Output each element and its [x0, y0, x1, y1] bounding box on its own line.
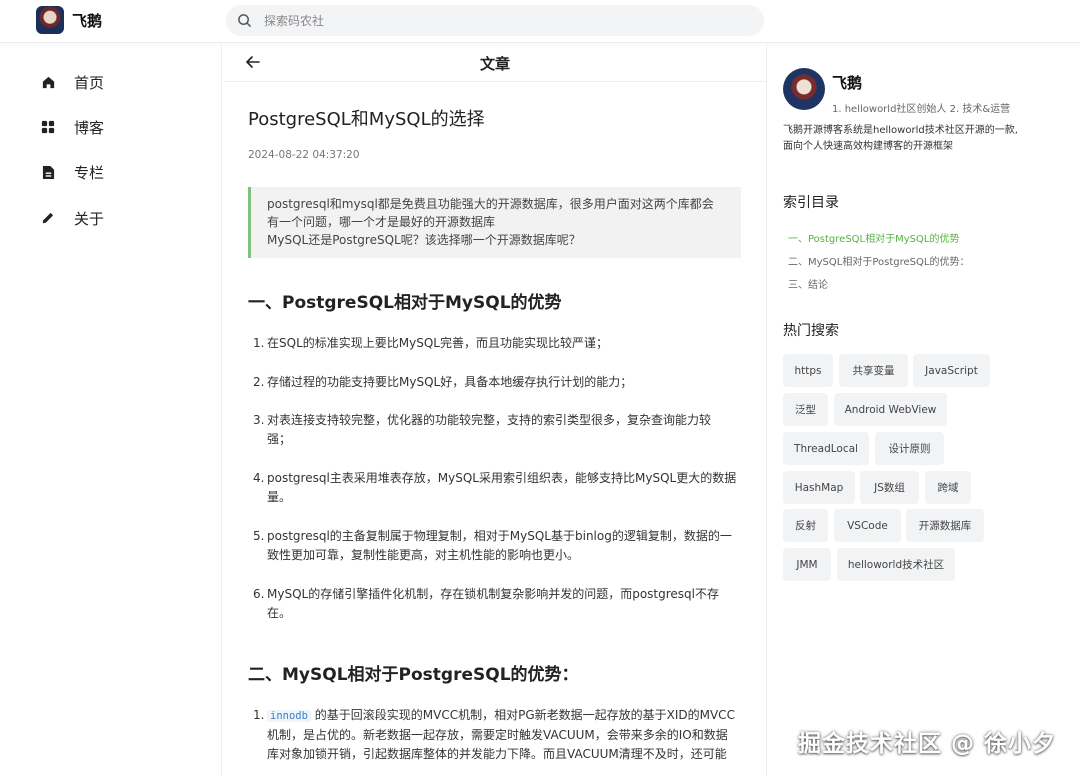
- tag-vscode[interactable]: VSCode: [834, 509, 901, 542]
- toc-item-3[interactable]: 三、结论: [788, 276, 828, 291]
- tag-hashmap[interactable]: HashMap: [783, 471, 855, 504]
- list-number: 1.: [253, 708, 265, 722]
- tag-open-source-db[interactable]: 开源数据库: [906, 509, 984, 542]
- left-nav: 首页 博客 专栏 关于: [0, 44, 222, 776]
- tag-threadlocal[interactable]: ThreadLocal: [783, 432, 869, 465]
- author-intro: 飞鹅开源博客系统是helloworld技术社区开源的一款, 面向个人快速高效构建…: [783, 123, 1023, 155]
- author-subtitle: 1. helloworld社区创始人 2. 技术&运营: [832, 104, 1011, 115]
- watermark-text: 掘金技术社区 @ 徐小夕: [798, 731, 1057, 757]
- article-header: 文章: [223, 44, 766, 82]
- list-number: 1.: [253, 336, 265, 350]
- tag-js-array[interactable]: JS数组: [860, 471, 919, 504]
- list-text: 库对象加锁开销，引起数据库整体的并发能力下降。而且VACUUM清理不及时，还可能: [267, 747, 727, 761]
- search-input[interactable]: [264, 8, 744, 33]
- list-text: MySQL的存储引擎插件化机制，存在锁机制复杂影响并发的问题，而postgres…: [267, 587, 719, 601]
- panel-title: 文章: [479, 55, 510, 73]
- article-title: PostgreSQL和MySQL的选择: [248, 109, 485, 130]
- tag-generics[interactable]: 泛型: [783, 393, 828, 426]
- intro-line: 面向个人快速高效构建博客的开源框架: [783, 141, 953, 152]
- document-icon: [40, 164, 56, 180]
- inline-code: innodb: [267, 710, 311, 722]
- grid-icon: [40, 119, 56, 135]
- nav-item-blog[interactable]: 博客: [40, 115, 104, 139]
- brand-name[interactable]: 飞鹅: [72, 10, 102, 31]
- list-item: 2. 存储过程的功能支持要比MySQL好，具备本地缓存执行计划的能力；: [253, 373, 738, 392]
- nav-item-about[interactable]: 关于: [40, 206, 104, 230]
- article-quote: postgresql和mysql都是免费且功能强大的开源数据库，很多用户面对这两…: [248, 187, 741, 258]
- tag-shared-variable[interactable]: 共享变量: [839, 354, 908, 387]
- search-icon: [238, 14, 251, 27]
- list-text-rest: 的基于回滚段实现的MVCC机制，相对PG新老数据一起存放的基于XID的MVCC: [314, 708, 735, 722]
- nav-item-home[interactable]: 首页: [40, 70, 104, 94]
- author-avatar[interactable]: [783, 68, 825, 110]
- quote-line: 有一个问题，哪一个才是最好的开源数据库: [267, 215, 496, 229]
- list-text: 量。: [267, 490, 292, 504]
- quote-line: MySQL还是PostgreSQL呢？该选择哪一个开源数据库呢？: [267, 233, 581, 247]
- author-name[interactable]: 飞鹅: [832, 72, 862, 93]
- list-item: 4. postgresql主表采用堆表存放，MySQL采用索引组织表，能够支持比…: [253, 469, 738, 507]
- site-logo[interactable]: [36, 6, 64, 34]
- list-item: 6. MySQL的存储引擎插件化机制，存在锁机制复杂影响并发的问题，而postg…: [253, 585, 738, 623]
- list-text: 机制，是占优的。新老数据一起存放，需要定时触发VACUUM，会带来多余的IO和数…: [267, 728, 728, 742]
- tag-reflection[interactable]: 反射: [783, 509, 828, 542]
- tag-cors[interactable]: 跨域: [925, 471, 971, 504]
- nav-label: 专栏: [74, 163, 105, 182]
- nav-item-column[interactable]: 专栏: [40, 160, 104, 184]
- nav-label: 关于: [74, 209, 105, 228]
- list-text: 存储过程的功能支持要比MySQL好，具备本地缓存执行计划的能力；: [267, 375, 633, 389]
- nav-label: 博客: [74, 118, 105, 137]
- nav-label: 首页: [74, 73, 105, 92]
- tag-helloworld-community[interactable]: helloworld技术社区: [837, 548, 955, 581]
- tag-https[interactable]: https: [783, 354, 833, 387]
- toc-title: 索引目录: [783, 195, 839, 211]
- list-item: 5. postgresql的主备复制属于物理复制，相对于MySQL基于binlo…: [253, 527, 738, 565]
- list-number: 3.: [253, 413, 265, 427]
- list-number: 4.: [253, 471, 265, 485]
- list-text: postgresql主表采用堆表存放，MySQL采用索引组织表，能够支持比MyS…: [267, 471, 737, 485]
- tag-javascript[interactable]: JavaScript: [913, 354, 990, 387]
- tag-android-webview[interactable]: Android WebView: [834, 393, 947, 426]
- list-number: 2.: [253, 375, 265, 389]
- list-text: 对表连接支持较完整，优化器的功能较完整，支持的索引类型很多，复杂查询能力较: [267, 413, 712, 427]
- list-number: 5.: [253, 529, 265, 543]
- section-heading-2: 二、MySQL相对于PostgreSQL的优势：: [248, 665, 579, 685]
- home-icon: [40, 74, 56, 90]
- section-heading-1: 一、PostgreSQL相对于MySQL的优势: [248, 293, 562, 313]
- list-text: 致性更加可靠，复制性能更高，对主机性能的影响也更小。: [267, 548, 580, 562]
- list-item: 1. 在SQL的标准实现上要比MySQL完善，而且功能实现比较严谨；: [253, 334, 738, 353]
- list-text: 在SQL的标准实现上要比MySQL完善，而且功能实现比较严谨；: [267, 336, 608, 350]
- search-bar[interactable]: [226, 5, 764, 36]
- list-text: 强；: [267, 432, 292, 446]
- pencil-icon: [40, 210, 56, 226]
- article-date: 2024-08-22 04:37:20: [248, 149, 360, 161]
- hot-search-title: 热门搜索: [783, 323, 839, 339]
- toc-item-1[interactable]: 一、PostgreSQL相对于MySQL的优势: [788, 230, 959, 245]
- list-text: 在。: [267, 606, 292, 620]
- list-item: 1. innodb 的基于回滚段实现的MVCC机制，相对PG新老数据一起存放的基…: [253, 706, 738, 764]
- list-number: 6.: [253, 587, 265, 601]
- toc-item-2[interactable]: 二、MySQL相对于PostgreSQL的优势：: [788, 253, 969, 268]
- quote-line: postgresql和mysql都是免费且功能强大的开源数据库，很多用户面对这两…: [267, 197, 714, 211]
- intro-line: 飞鹅开源博客系统是helloworld技术社区开源的一款,: [783, 125, 1018, 136]
- list-text: postgresql的主备复制属于物理复制，相对于MySQL基于binlog的逻…: [267, 529, 732, 543]
- article-panel: 文章 PostgreSQL和MySQL的选择 2024-08-22 04:37:…: [223, 44, 767, 776]
- list-text: innodb 的基于回滚段实现的MVCC机制，相对PG新老数据一起存放的基于XI…: [267, 706, 738, 726]
- tag-design-principle[interactable]: 设计原则: [875, 432, 944, 465]
- right-sidebar: 飞鹅 1. helloworld社区创始人 2. 技术&运营 飞鹅开源博客系统是…: [768, 44, 1080, 776]
- top-bar: 飞鹅: [0, 0, 1080, 43]
- list-item: 3. 对表连接支持较完整，优化器的功能较完整，支持的索引类型很多，复杂查询能力较…: [253, 411, 738, 449]
- tag-jmm[interactable]: JMM: [783, 548, 831, 581]
